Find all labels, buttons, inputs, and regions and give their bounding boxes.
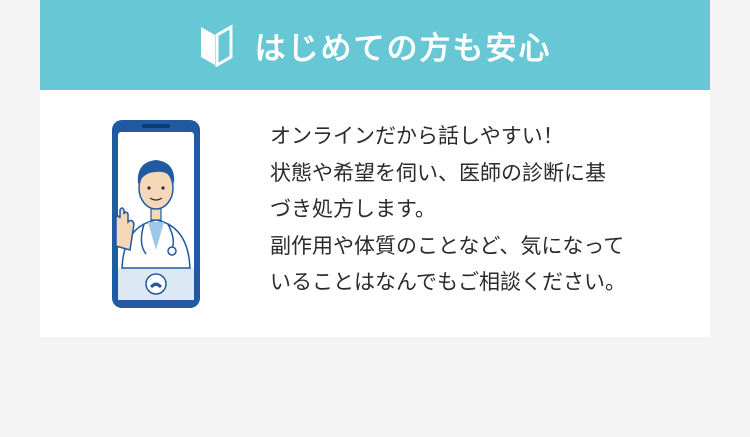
message-line: いることはなんでもご相談ください。 [270,270,626,294]
message-line: 状態や希望を伺い、医師の診断に基 [270,160,606,185]
banner-title: はじめての方も安心 [254,30,552,67]
message-line: 副作用や体質のことなど、気になって [270,233,625,258]
doctor-video-call-icon [110,118,202,310]
message-line: オンラインだから話しやすい！ [270,124,564,148]
header-banner: はじめての方も安心 [40,0,710,90]
info-card: はじめての方も安心 オンラインだから話しやすい！ 状態や希望を伺い、医師の診断に… [40,0,710,337]
message-text: オンラインだから話しやすい！ 状態や希望を伺い、医師の診断に基 づき処方します。… [270,118,700,301]
message-line: づき処方します。 [270,197,436,221]
beginner-mark-icon [199,23,233,68]
